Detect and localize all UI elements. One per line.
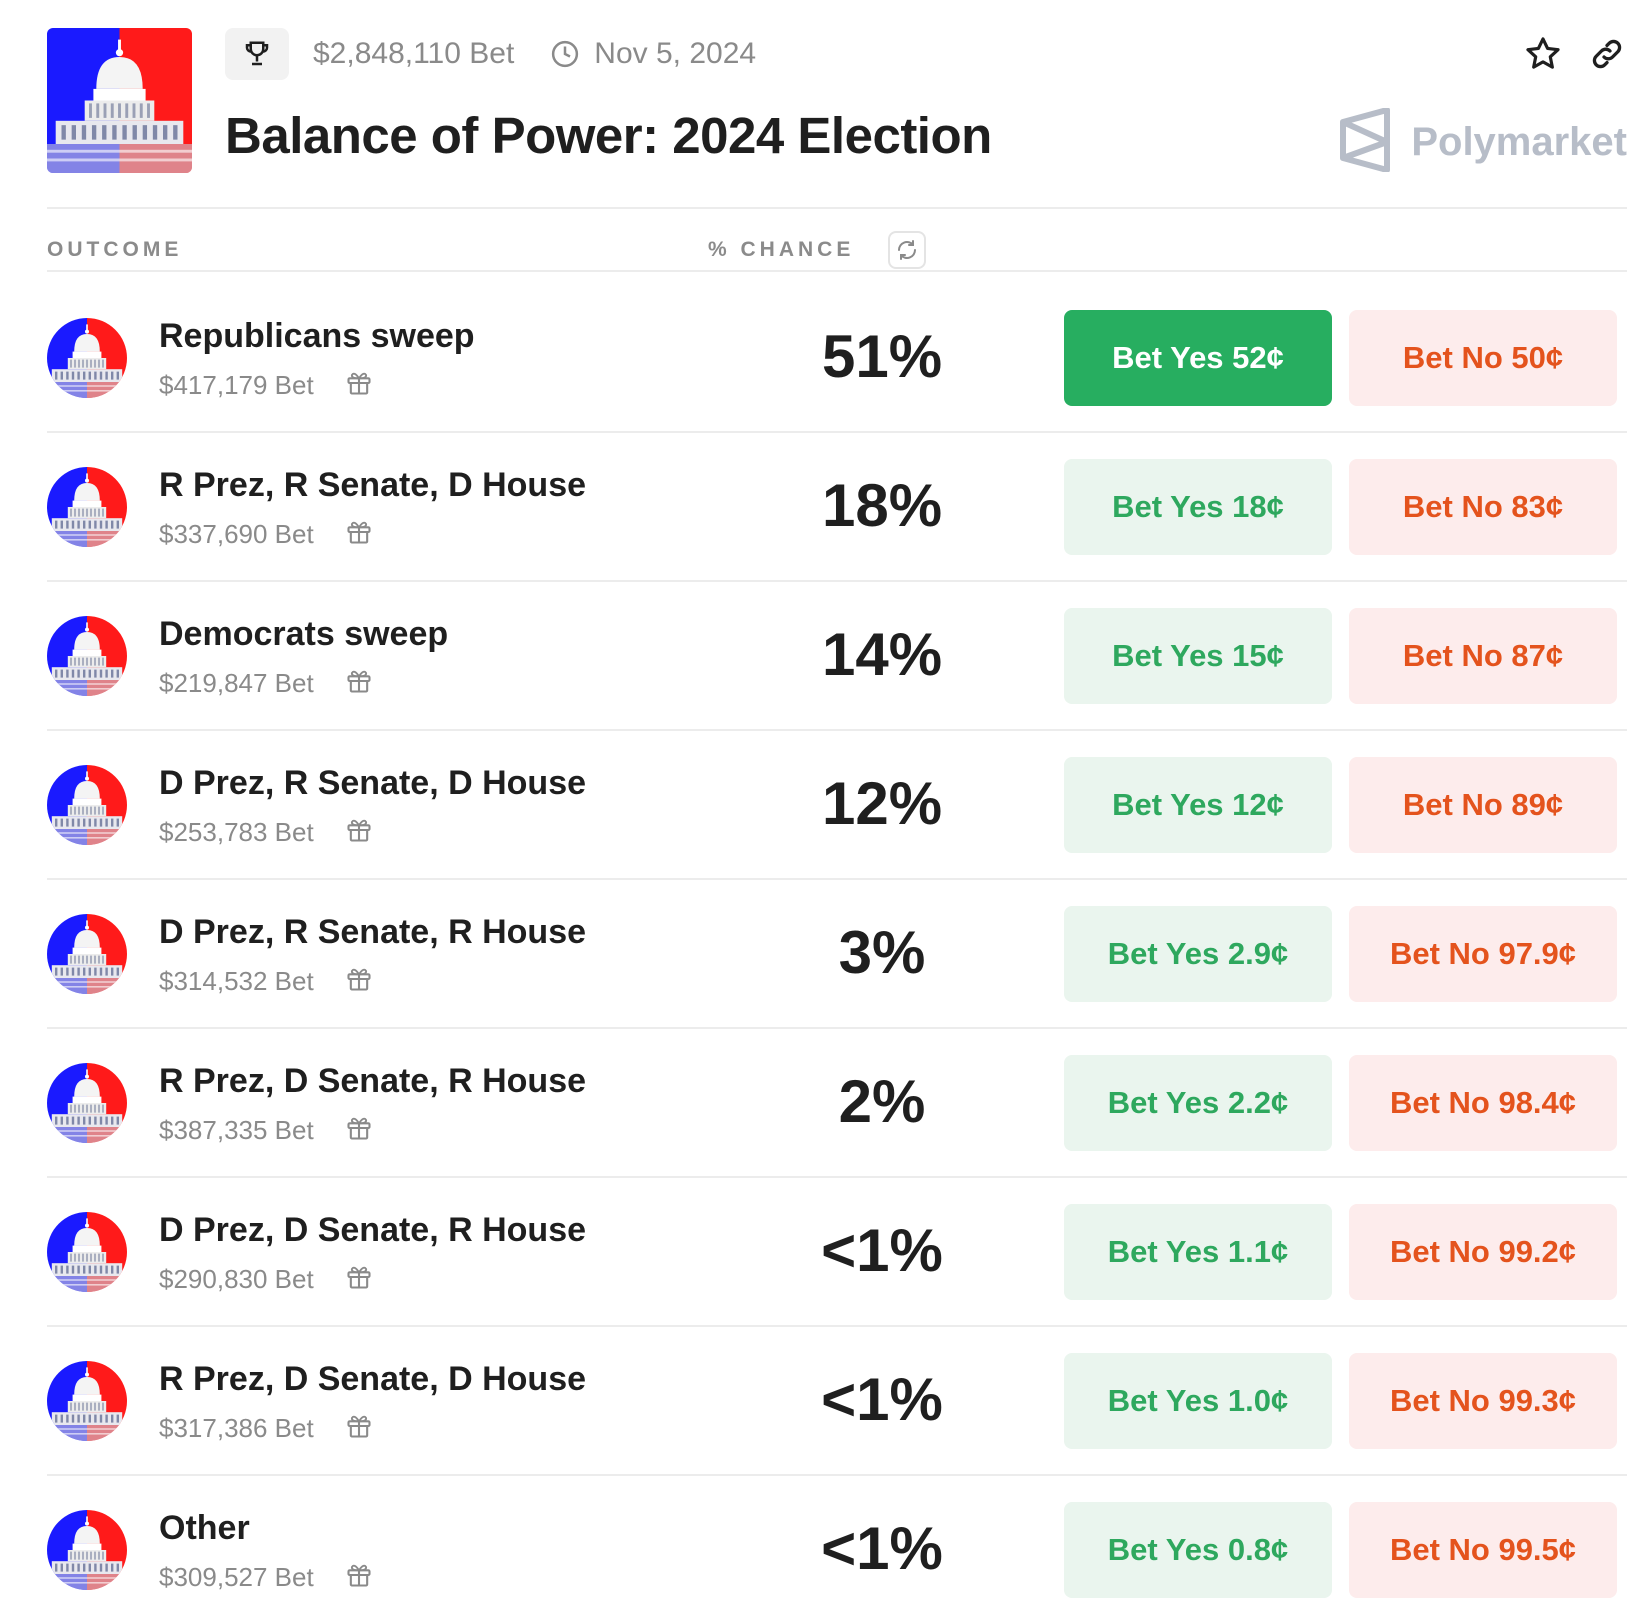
outcome-avatar (47, 765, 127, 845)
bet-no-button[interactable]: Bet No 99.2¢ (1349, 1204, 1617, 1300)
outcome-name[interactable]: Democrats sweep (159, 615, 448, 654)
outcome-row[interactable]: D Prez, D Senate, R House $290,830 Bet <… (47, 1178, 1627, 1327)
outcome-name[interactable]: Republicans sweep (159, 317, 475, 356)
bet-yes-button[interactable]: Bet Yes 12¢ (1064, 757, 1332, 853)
market-header: $2,848,110 Bet Nov 5, 2024 Balance of Po… (47, 28, 1627, 178)
gift-icon[interactable] (345, 1263, 373, 1291)
outcome-avatar (47, 467, 127, 547)
gift-icon[interactable] (345, 1561, 373, 1589)
outcome-chance: 51% (821, 323, 943, 390)
star-icon[interactable] (1523, 34, 1563, 74)
gift-icon[interactable] (345, 1114, 373, 1142)
total-volume: $2,848,110 Bet (313, 37, 515, 70)
bet-no-button[interactable]: Bet No 89¢ (1349, 757, 1617, 853)
gift-icon[interactable] (345, 369, 373, 397)
gift-icon[interactable] (345, 816, 373, 844)
bet-no-button[interactable]: Bet No 99.5¢ (1349, 1502, 1617, 1598)
outcome-chance: <1% (821, 1217, 943, 1284)
outcome-avatar (47, 914, 127, 994)
outcome-name[interactable]: Other (159, 1509, 250, 1548)
gift-icon[interactable] (345, 667, 373, 695)
polymarket-brand: Polymarket (1339, 107, 1627, 177)
outcome-avatar (47, 1063, 127, 1143)
outcome-row[interactable]: D Prez, R Senate, D House $253,783 Bet 1… (47, 731, 1627, 880)
outcome-name[interactable]: R Prez, D Senate, R House (159, 1062, 586, 1101)
outcome-row[interactable]: Other $309,527 Bet <1% Bet Yes 0.8¢ Bet … (47, 1476, 1627, 1624)
header-actions (1523, 34, 1627, 74)
bet-yes-button[interactable]: Bet Yes 52¢ (1064, 310, 1332, 406)
gift-icon[interactable] (345, 1412, 373, 1440)
outcome-volume: $309,527 Bet (159, 1562, 314, 1592)
outcome-name[interactable]: D Prez, D Senate, R House (159, 1211, 586, 1250)
outcome-row[interactable]: R Prez, D Senate, D House $317,386 Bet <… (47, 1327, 1627, 1476)
outcome-avatar (47, 1510, 127, 1590)
bet-yes-button[interactable]: Bet Yes 18¢ (1064, 459, 1332, 555)
market-cover-image (47, 28, 192, 173)
outcome-chance: <1% (821, 1515, 943, 1582)
outcome-chance: <1% (821, 1366, 943, 1433)
outcome-volume: $387,335 Bet (159, 1115, 314, 1145)
outcome-row[interactable]: D Prez, R Senate, R House $314,532 Bet 3… (47, 880, 1627, 1029)
outcome-volume: $317,386 Bet (159, 1413, 314, 1443)
bet-yes-button[interactable]: Bet Yes 15¢ (1064, 608, 1332, 704)
outcome-name[interactable]: R Prez, R Senate, D House (159, 466, 586, 505)
outcome-row[interactable]: Republicans sweep $417,179 Bet 51% Bet Y… (47, 284, 1627, 433)
outcome-name[interactable]: R Prez, D Senate, D House (159, 1360, 586, 1399)
gift-icon[interactable] (345, 518, 373, 546)
bet-yes-button[interactable]: Bet Yes 1.0¢ (1064, 1353, 1332, 1449)
bet-yes-button[interactable]: Bet Yes 0.8¢ (1064, 1502, 1332, 1598)
outcome-avatar (47, 616, 127, 696)
bet-no-button[interactable]: Bet No 97.9¢ (1349, 906, 1617, 1002)
outcomes-list: Republicans sweep $417,179 Bet 51% Bet Y… (47, 284, 1627, 1624)
market-meta: $2,848,110 Bet Nov 5, 2024 (225, 28, 756, 80)
bet-no-button[interactable]: Bet No 50¢ (1349, 310, 1617, 406)
bet-no-button[interactable]: Bet No 83¢ (1349, 459, 1617, 555)
column-header-divider (47, 270, 1627, 272)
link-icon[interactable] (1587, 34, 1627, 74)
brand-name: Polymarket (1411, 120, 1627, 164)
bet-yes-button[interactable]: Bet Yes 2.9¢ (1064, 906, 1332, 1002)
outcome-avatar (47, 318, 127, 398)
bet-yes-button[interactable]: Bet Yes 2.2¢ (1064, 1055, 1332, 1151)
outcome-volume: $290,830 Bet (159, 1264, 314, 1294)
outcome-chance: 14% (821, 621, 943, 688)
outcome-chance: 3% (838, 919, 926, 986)
outcome-chance: 2% (838, 1068, 926, 1135)
outcome-name[interactable]: D Prez, R Senate, D House (159, 764, 586, 803)
bet-yes-button[interactable]: Bet Yes 1.1¢ (1064, 1204, 1332, 1300)
outcome-avatar (47, 1361, 127, 1441)
outcome-row[interactable]: Democrats sweep $219,847 Bet 14% Bet Yes… (47, 582, 1627, 731)
trophy-icon[interactable] (225, 28, 289, 80)
outcome-chance: 18% (821, 472, 943, 539)
chance-column-header: % CHANCE (708, 238, 855, 261)
bet-no-button[interactable]: Bet No 98.4¢ (1349, 1055, 1617, 1151)
outcome-row[interactable]: R Prez, R Senate, D House $337,690 Bet 1… (47, 433, 1627, 582)
polymarket-logo-icon (1339, 107, 1393, 177)
outcome-row[interactable]: R Prez, D Senate, R House $387,335 Bet 2… (47, 1029, 1627, 1178)
bet-no-button[interactable]: Bet No 99.3¢ (1349, 1353, 1617, 1449)
outcome-column-header: OUTCOME (47, 238, 183, 261)
outcome-avatar (47, 1212, 127, 1292)
outcome-volume: $314,532 Bet (159, 966, 314, 996)
gift-icon[interactable] (345, 965, 373, 993)
market-title: Balance of Power: 2024 Election (225, 107, 992, 164)
outcome-volume: $417,179 Bet (159, 370, 314, 400)
clock-icon (550, 39, 580, 69)
outcome-volume: $219,847 Bet (159, 668, 314, 698)
end-date: Nov 5, 2024 (594, 37, 757, 70)
outcome-volume: $253,783 Bet (159, 817, 314, 847)
outcome-volume: $337,690 Bet (159, 519, 314, 549)
refresh-icon[interactable] (888, 231, 926, 269)
header-divider (47, 207, 1627, 209)
bet-no-button[interactable]: Bet No 87¢ (1349, 608, 1617, 704)
outcome-name[interactable]: D Prez, R Senate, R House (159, 913, 586, 952)
outcome-chance: 12% (821, 770, 943, 837)
